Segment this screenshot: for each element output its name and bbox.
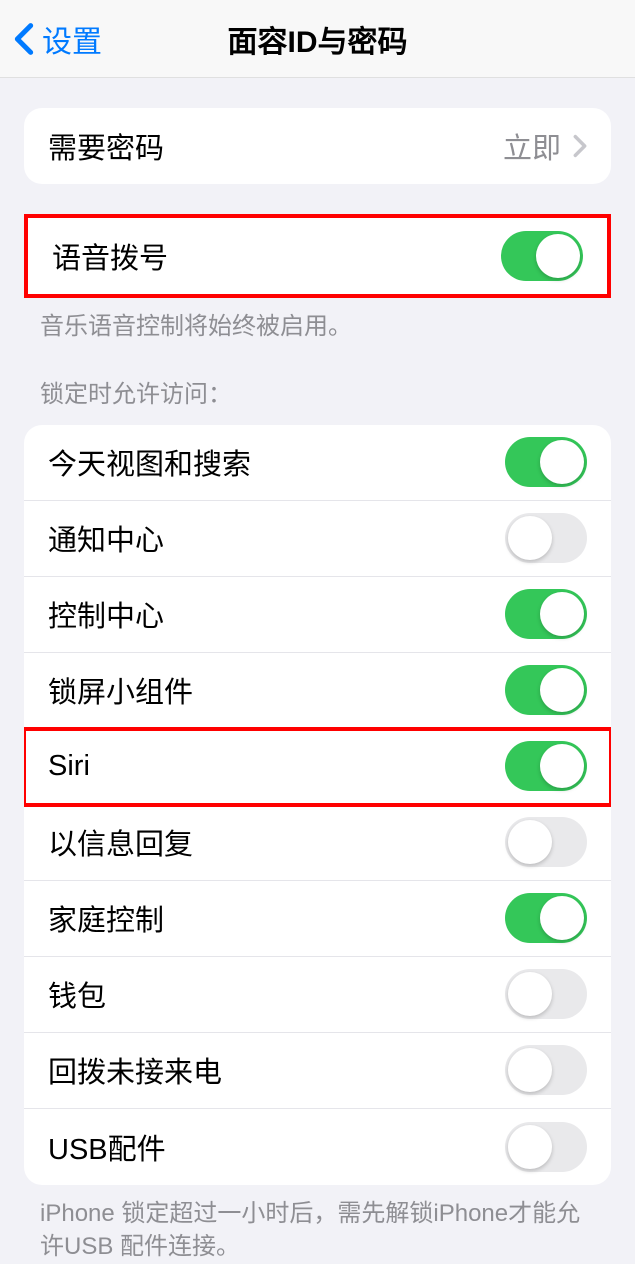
chevron-left-icon xyxy=(14,22,34,56)
lock-access-row: 通知中心 xyxy=(24,501,611,577)
lock-access-row: USB配件 xyxy=(24,1109,611,1185)
back-button[interactable]: 设置 xyxy=(0,17,102,61)
lock-access-toggle[interactable] xyxy=(505,437,587,487)
lock-access-row: 回拨未接来电 xyxy=(24,1033,611,1109)
back-label: 设置 xyxy=(42,17,102,61)
lock-access-label: 通知中心 xyxy=(48,517,164,559)
lock-access-label: 回拨未接来电 xyxy=(48,1049,222,1091)
voice-dial-label: 语音拨号 xyxy=(52,235,168,277)
lock-access-row: 控制中心 xyxy=(24,577,611,653)
lock-access-row: Siri xyxy=(24,729,611,805)
lock-access-header: 锁定时允许访问： xyxy=(0,344,635,419)
toggle-knob xyxy=(540,440,584,484)
lock-access-toggle[interactable] xyxy=(505,893,587,943)
content: 需要密码 立即 语音拨号 音乐语音控制将始终被启用。 锁定时允许访问： 今天视图… xyxy=(0,108,635,1264)
toggle-knob xyxy=(508,820,552,864)
lock-access-label: 今天视图和搜索 xyxy=(48,441,251,483)
voice-dial-group: 语音拨号 xyxy=(24,214,611,298)
toggle-knob xyxy=(536,234,580,278)
require-passcode-row[interactable]: 需要密码 立即 xyxy=(24,108,611,184)
toggle-knob xyxy=(540,592,584,636)
lock-access-label: 钱包 xyxy=(48,973,106,1015)
passcode-group: 需要密码 立即 xyxy=(24,108,611,184)
toggle-knob xyxy=(508,972,552,1016)
row-right: 立即 xyxy=(503,125,587,167)
lock-access-label: 以信息回复 xyxy=(48,821,193,863)
lock-access-label: 控制中心 xyxy=(48,593,164,635)
lock-access-toggle[interactable] xyxy=(505,665,587,715)
toggle-knob xyxy=(508,516,552,560)
lock-access-label: USB配件 xyxy=(48,1126,166,1168)
toggle-knob xyxy=(540,668,584,712)
lock-access-group: 今天视图和搜索通知中心控制中心锁屏小组件 Siri 以信息回复家庭控制钱包回拨未接来… xyxy=(24,425,611,1185)
voice-dial-footer: 音乐语音控制将始终被启用。 xyxy=(0,298,635,344)
header-bar: 设置 面容ID与密码 xyxy=(0,0,635,78)
lock-access-row: 以信息回复 xyxy=(24,805,611,881)
lock-access-label: 锁屏小组件 xyxy=(48,669,193,711)
lock-access-row: 钱包 xyxy=(24,957,611,1033)
lock-access-toggle[interactable] xyxy=(505,589,587,639)
chevron-right-icon xyxy=(573,134,587,158)
require-passcode-label: 需要密码 xyxy=(48,125,164,167)
toggle-knob xyxy=(540,896,584,940)
voice-dial-toggle[interactable] xyxy=(501,231,583,281)
lock-access-toggle[interactable] xyxy=(505,513,587,563)
lock-access-row: 家庭控制 xyxy=(24,881,611,957)
lock-access-toggle[interactable] xyxy=(505,741,587,791)
lock-access-row: 今天视图和搜索 xyxy=(24,425,611,501)
require-passcode-value: 立即 xyxy=(503,125,561,167)
lock-access-row: 锁屏小组件 xyxy=(24,653,611,729)
lock-access-label: 家庭控制 xyxy=(48,897,164,939)
toggle-knob xyxy=(540,744,584,788)
lock-access-footer: iPhone 锁定超过一小时后，需先解锁iPhone才能允许USB 配件连接。 xyxy=(0,1185,635,1264)
toggle-knob xyxy=(508,1048,552,1092)
lock-access-toggle[interactable] xyxy=(505,1045,587,1095)
lock-access-toggle[interactable] xyxy=(505,1122,587,1172)
voice-dial-row: 语音拨号 xyxy=(28,218,607,294)
lock-access-label: Siri xyxy=(48,750,90,783)
lock-access-toggle[interactable] xyxy=(505,817,587,867)
lock-access-toggle[interactable] xyxy=(505,969,587,1019)
toggle-knob xyxy=(508,1125,552,1169)
